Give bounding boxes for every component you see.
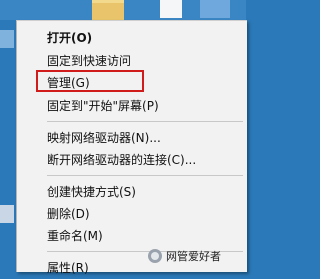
menu-item-disconnect-network-drive[interactable]: 断开网络驱动器的连接(C)... (17, 149, 247, 171)
highlight-box (36, 70, 144, 92)
menu-separator (47, 121, 243, 122)
menu-item-label: 固定到快速访问 (47, 54, 132, 68)
app-icon[interactable] (200, 0, 230, 18)
menu-item-label: 打开(O) (47, 31, 93, 45)
menu-item-delete[interactable]: 删除(D) (17, 203, 247, 225)
menu-item-pin-quick-access[interactable]: 固定到快速访问 (17, 50, 247, 72)
desktop-shortcut-icon[interactable] (0, 205, 14, 223)
folder-icon[interactable] (92, 0, 124, 21)
menu-item-open[interactable]: 打开(O) (17, 27, 247, 49)
menu-item-map-network-drive[interactable]: 映射网络驱动器(N)... (17, 127, 247, 149)
watermark-text: 网管爱好者 (166, 250, 221, 263)
menu-item-label: 重命名(M) (47, 229, 103, 243)
document-icon[interactable] (160, 0, 182, 18)
menu-item-label: 删除(D) (47, 207, 90, 221)
desktop-shortcut-icon[interactable] (0, 30, 14, 48)
menu-item-rename[interactable]: 重命名(M) (17, 225, 247, 247)
menu-item-create-shortcut[interactable]: 创建快捷方式(S) (17, 181, 247, 203)
wechat-icon (148, 249, 162, 263)
menu-separator (47, 175, 243, 176)
menu-item-label: 属性(R) (47, 261, 89, 275)
menu-item-label: 断开网络驱动器的连接(C)... (47, 153, 197, 167)
menu-item-label: 映射网络驱动器(N)... (47, 131, 161, 145)
menu-item-label: 固定到"开始"屏幕(P) (47, 99, 159, 113)
menu-item-pin-start[interactable]: 固定到"开始"屏幕(P) (17, 95, 247, 117)
menu-item-label: 创建快捷方式(S) (47, 185, 136, 199)
context-menu: 打开(O) 固定到快速访问 管理(G) 固定到"开始"屏幕(P) 映射网络驱动器… (16, 20, 247, 275)
watermark: 网管爱好者 (148, 246, 221, 266)
